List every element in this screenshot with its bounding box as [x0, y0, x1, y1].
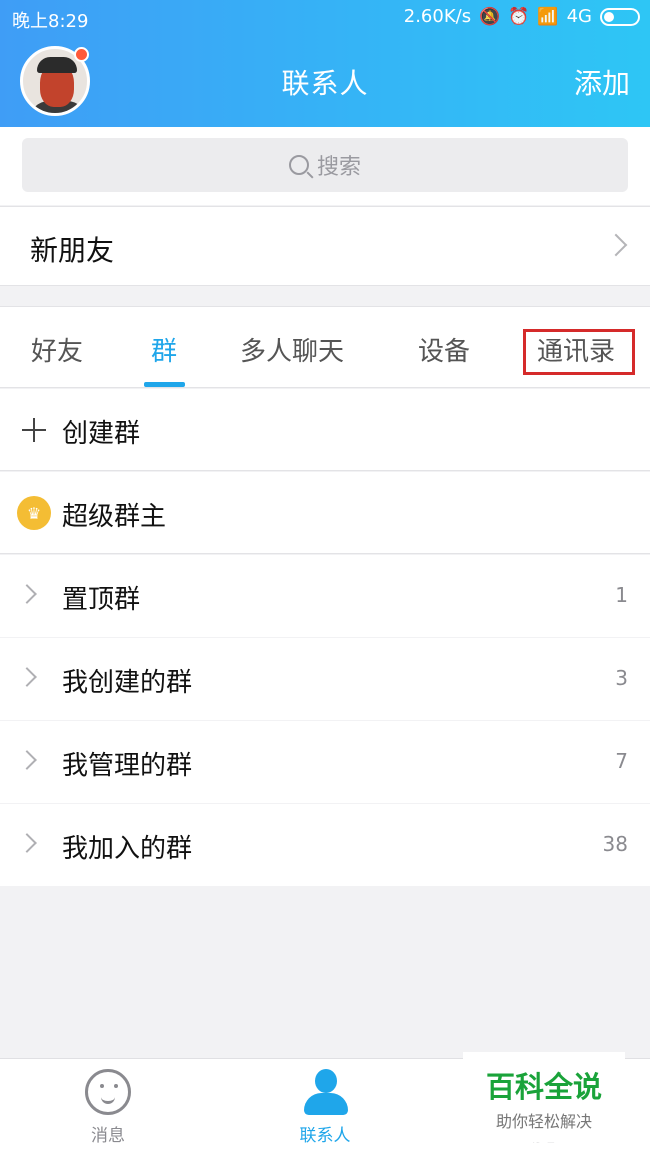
alarm-icon: ⏰ — [508, 6, 530, 27]
mute-icon: 🔕 — [479, 6, 501, 27]
chevron-right-icon — [17, 584, 37, 604]
group-category-row[interactable]: 我创建的群 3 — [0, 638, 650, 720]
crown-icon: ♛ — [17, 496, 51, 530]
create-group-row[interactable]: 创建群 — [0, 389, 650, 471]
super-owner-row[interactable]: ♛ 超级群主 — [0, 472, 650, 554]
group-count: 7 — [615, 749, 628, 773]
tab-groups[interactable]: 群 — [151, 331, 177, 368]
group-category-row[interactable]: 置顶群 1 — [0, 555, 650, 637]
notification-dot — [74, 47, 89, 62]
signal-icon: 📶 — [537, 6, 559, 27]
chevron-right-icon — [17, 833, 37, 853]
group-category-label: 置顶群 — [62, 585, 141, 615]
nav-messages-label: 消息 — [91, 1126, 125, 1146]
contact-tabs: 好友 群 多人聊天 设备 通讯录 — [0, 306, 650, 388]
group-count: 38 — [602, 832, 628, 856]
group-category-row[interactable]: 我加入的群 38 — [0, 804, 650, 886]
group-count: 1 — [615, 583, 628, 607]
chevron-right-icon — [17, 750, 37, 770]
search-placeholder: 搜索 — [316, 155, 361, 180]
network-type: 4G — [566, 6, 592, 27]
search-section: 搜索 — [0, 127, 650, 205]
search-icon — [288, 155, 309, 175]
group-count: 3 — [615, 666, 628, 690]
plus-icon — [22, 418, 46, 442]
watermark-subtitle: 助你轻松解决 — [495, 1112, 592, 1131]
watermark: 百科全说 助你轻松解决 — [463, 1052, 625, 1142]
chevron-right-icon — [17, 667, 37, 687]
chevron-right-icon — [604, 233, 628, 257]
group-category-label: 我加入的群 — [62, 834, 193, 864]
status-bar: 晚上8:29 2.60K/s 🔕 ⏰ 📶 4G — [0, 0, 650, 38]
network-speed: 2.60K/s — [403, 6, 472, 27]
contacts-icon-head — [315, 1069, 337, 1093]
page-title: 联系人 — [281, 67, 369, 100]
nav-contacts-label: 联系人 — [299, 1126, 351, 1146]
battery-icon — [600, 7, 640, 26]
status-time: 晚上8:29 — [12, 11, 89, 32]
group-category-label: 我创建的群 — [62, 668, 193, 698]
new-friends-label: 新朋友 — [30, 234, 115, 267]
watermark-title: 百科全说 — [485, 1070, 602, 1104]
status-right: 2.60K/s 🔕 ⏰ 📶 4G — [404, 6, 640, 27]
contacts-icon-body — [304, 1093, 348, 1115]
add-button[interactable]: 添加 — [574, 62, 630, 102]
create-group-label: 创建群 — [62, 419, 141, 449]
tab-devices[interactable]: 设备 — [418, 331, 470, 368]
tab-multi-chat[interactable]: 多人聊天 — [240, 331, 344, 368]
highlight-box — [523, 329, 635, 375]
super-owner-label: 超级群主 — [62, 502, 167, 532]
nav-messages[interactable]: 消息 — [48, 1069, 168, 1146]
contacts-icon — [302, 1069, 348, 1115]
tab-friends[interactable]: 好友 — [31, 331, 83, 368]
message-icon — [85, 1069, 131, 1115]
nav-contacts[interactable]: 联系人 — [265, 1069, 385, 1146]
header-bar: 晚上8:29 2.60K/s 🔕 ⏰ 📶 4G 联系人 添加 — [0, 0, 650, 127]
group-category-row[interactable]: 我管理的群 7 — [0, 721, 650, 803]
new-friends-row[interactable]: 新朋友 — [0, 206, 650, 286]
active-tab-indicator — [144, 382, 185, 387]
group-category-label: 我管理的群 — [62, 751, 193, 781]
search-input[interactable]: 搜索 — [22, 138, 628, 192]
